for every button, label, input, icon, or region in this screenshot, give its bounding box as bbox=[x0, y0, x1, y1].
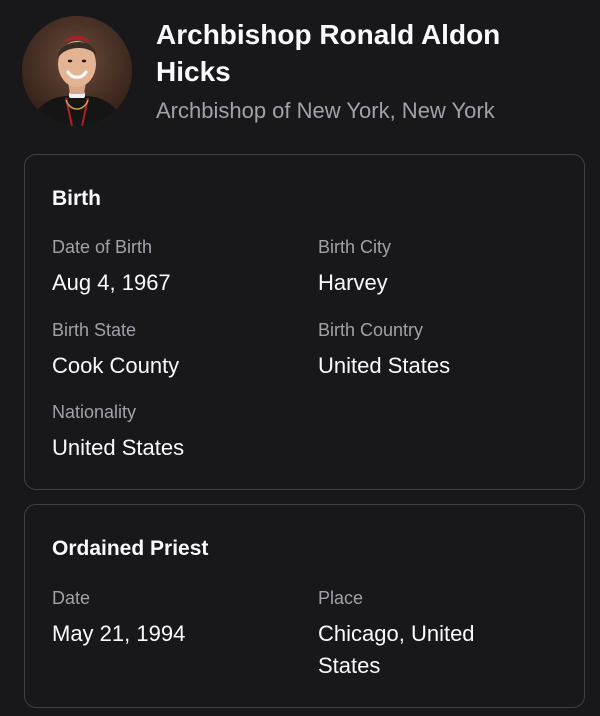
field-label: Place bbox=[318, 588, 364, 608]
field-birth-country: Birth Country United States bbox=[318, 318, 538, 382]
profile-name: Archbishop Ronald Aldon Hicks bbox=[156, 19, 501, 87]
birth-card: Birth Date of Birth Aug 4, 1967 Birth Ci… bbox=[24, 154, 585, 490]
field-label: Birth Country bbox=[318, 320, 424, 340]
field-label: Date bbox=[52, 588, 91, 608]
avatar bbox=[22, 16, 132, 126]
field-ordination-place: Place Chicago, United States bbox=[318, 586, 518, 682]
profile-title: Archbishop of New York, New York bbox=[156, 98, 495, 123]
field-value: Cook County bbox=[52, 353, 180, 378]
field-label: Birth City bbox=[318, 237, 392, 257]
ordained-priest-heading: Ordained Priest bbox=[52, 537, 209, 560]
field-value: Aug 4, 1967 bbox=[52, 270, 171, 295]
ordained-priest-card: Ordained Priest Date May 21, 1994 Place … bbox=[24, 504, 585, 708]
field-label: Birth State bbox=[52, 320, 137, 340]
field-date-of-birth: Date of Birth Aug 4, 1967 bbox=[52, 235, 292, 299]
field-birth-state: Birth State Cook County bbox=[52, 318, 292, 382]
profile-header: Archbishop Ronald Aldon Hicks Archbishop… bbox=[22, 16, 582, 136]
field-birth-city: Birth City Harvey bbox=[318, 235, 538, 299]
field-nationality: Nationality United States bbox=[52, 400, 292, 464]
birth-heading: Birth bbox=[52, 187, 101, 210]
field-ordination-date: Date May 21, 1994 bbox=[52, 586, 292, 650]
field-label: Nationality bbox=[52, 402, 137, 422]
field-value: Chicago, United States bbox=[318, 621, 475, 678]
field-label: Date of Birth bbox=[52, 237, 153, 257]
field-value: May 21, 1994 bbox=[52, 621, 186, 646]
portrait-photo-icon bbox=[22, 16, 132, 126]
field-value: Harvey bbox=[318, 270, 388, 295]
field-value: United States bbox=[52, 435, 185, 460]
field-value: United States bbox=[318, 353, 451, 378]
